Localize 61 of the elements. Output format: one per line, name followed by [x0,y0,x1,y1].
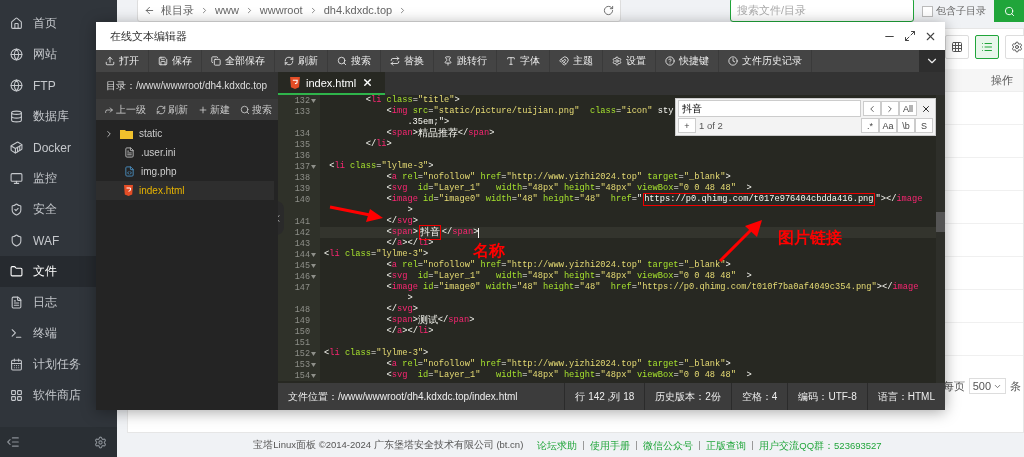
code-line: </a></li> [385,326,434,337]
code-line: > [406,205,413,216]
status-item: 编码：UTF-8 [787,383,867,410]
line-number: 140 [294,194,310,205]
code-line: <span>精品推荐</span> [385,128,495,139]
copyright-text: 宝塔Linux面板 ©2014-2024 广东堡塔安全技术有限公司 (bt.cn) [253,438,524,452]
code-line: <img src="static/picture/tuijian.png" class="icon" sty [385,106,674,117]
line-number: 144 [294,249,310,260]
code-line: <svg id="Layer_1" width="48px" height="48px" viewBox="0 0 48 48" > [385,271,752,282]
code-line: <li class="lylme-3"> [323,348,429,359]
line-number: 152 [294,348,310,359]
line-number: 151 [294,337,310,348]
status-item: 语言：HTML [866,383,945,410]
code-line: <li class="lylme-3"> [328,161,434,172]
line-number: 153 [294,359,310,370]
line-number: 146 [294,271,310,282]
code-line: <a rel="nofollow" href="http://www.yizhi2024.top" target="_blank"> [385,172,731,183]
line-number: 147 [294,282,310,293]
line-number: 150 [294,326,310,337]
code-line: <li class="title"> [364,95,460,106]
status-item: 历史版本：2份 [644,383,731,410]
line-number: 143 [294,238,310,249]
line-number: 136 [294,150,310,161]
line-number: 137 [294,161,310,172]
line-number: 134 [294,128,310,139]
annotation-label: 名称 [473,241,505,260]
pager-label: 条 [1010,378,1021,394]
code-line: <a rel="nofollow" href="http://www.yizhi2024.top" target="_blank"> [385,260,731,271]
line-number: 133 [294,106,310,117]
code-line: <svg id="Layer_1" width="48px" height="48px" viewBox="0 0 48 48" > [385,370,752,381]
match-count: 1 of 2 [699,120,723,131]
status-item: 行 142 ,列 18 [564,383,645,410]
line-number: 145 [294,260,310,271]
code-line: <svg id="Layer_1" width="48px" height="48px" viewBox="0 0 48 48" > [385,183,752,194]
code-line: <image id="image0" width="48" height="48" href="https://p0.qhimg.com/t010f7ba0af4049c354.png"></image [385,282,919,293]
code-line: </li> [364,139,392,150]
window-title: 在线文本编辑器 [110,28,187,44]
code-line: <image id="image0" width="48" height="48" href=" https://p0.qhimg.com/t017e976404cbdda416.png "></image [385,194,923,205]
status-item: 空格：4 [730,383,788,410]
line-number: 148 [294,304,310,315]
code-line: <span>测试</span> [385,315,475,326]
line-number: 132 [294,95,310,106]
line-number: 141 [294,216,310,227]
annotation-label: 图片链接 [778,228,842,249]
file-location: 文件位置：/www/wwwroot/dh4.kdxdc.top/index.html [287,389,519,404]
code-line: <li class="lylme-3"> [323,249,429,260]
code-line: </a></li> [385,238,434,249]
code-line: .35em;"> [406,117,450,127]
code-line: <span> 抖音 </span> [320,227,480,238]
line-number: 149 [294,315,310,326]
column-header: 操作 [991,72,1013,88]
line-number: 135 [294,139,310,150]
code-line: > [406,293,413,304]
directory-path: 目录：/www/wwwroot/dh4.kdxdc.top [96,72,278,99]
line-number: 138 [294,172,310,183]
line-number: 142 [294,227,310,238]
code-line: <a rel="nofollow" href="http://www.yizhi2024.top" target="_blank"> [385,359,731,370]
line-number: 139 [294,183,310,194]
code-line: </svg> [385,216,418,227]
code-line: </svg> [385,304,418,315]
line-number: 154 [294,370,310,381]
